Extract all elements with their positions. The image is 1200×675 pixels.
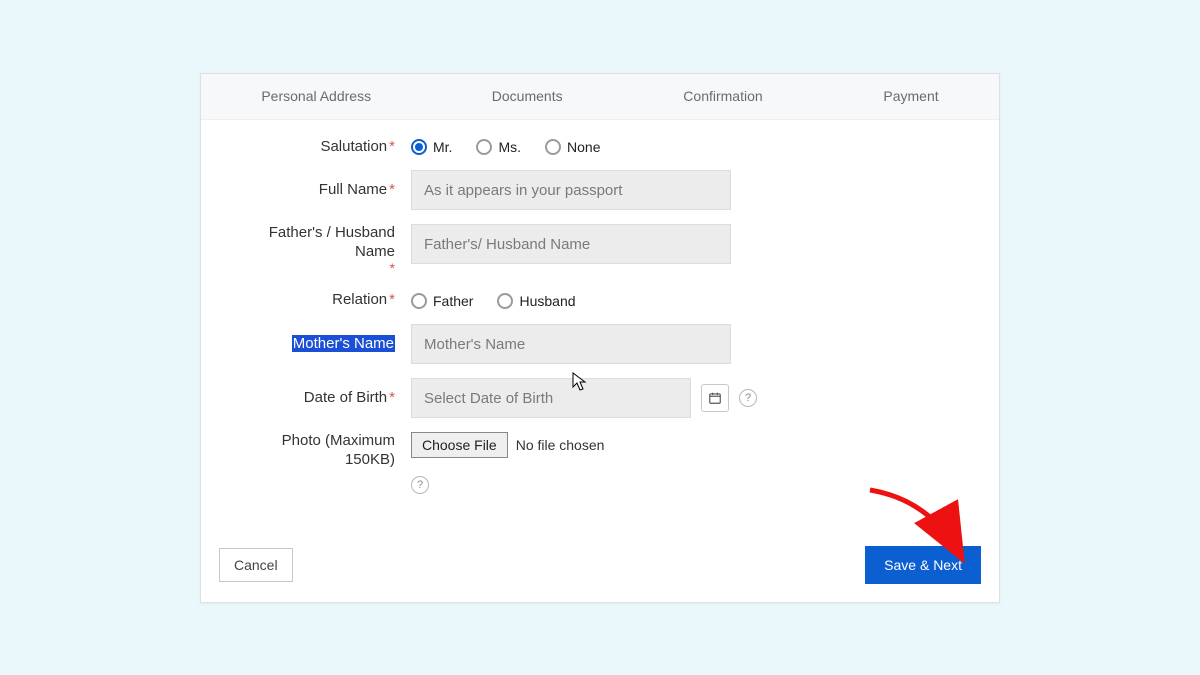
salutation-radio-mr[interactable]: Mr. bbox=[411, 139, 452, 155]
dob-label: Date of Birth* bbox=[231, 389, 411, 408]
form-body: Salutation* Mr. Ms. None Full N bbox=[201, 120, 999, 534]
help-icon[interactable]: ? bbox=[739, 389, 757, 407]
radio-icon bbox=[497, 293, 513, 309]
step-documents[interactable]: Documents bbox=[492, 88, 563, 104]
relation-radio-husband[interactable]: Husband bbox=[497, 293, 575, 309]
full-name-label: Full Name* bbox=[231, 181, 411, 200]
salutation-radio-none[interactable]: None bbox=[545, 139, 600, 155]
radio-label: Father bbox=[433, 293, 473, 309]
radio-icon bbox=[411, 139, 427, 155]
full-name-input[interactable] bbox=[411, 170, 731, 210]
radio-icon bbox=[476, 139, 492, 155]
form-footer: Cancel Save & Next bbox=[201, 534, 999, 602]
file-status-text: No file chosen bbox=[516, 437, 605, 453]
radio-icon bbox=[411, 293, 427, 309]
help-icon[interactable]: ? bbox=[411, 476, 429, 494]
stepper: Personal Address Documents Confirmation … bbox=[201, 74, 999, 120]
radio-label: Ms. bbox=[498, 139, 521, 155]
step-payment[interactable]: Payment bbox=[883, 88, 938, 104]
mother-name-input[interactable] bbox=[411, 324, 731, 364]
calendar-button[interactable] bbox=[701, 384, 729, 412]
salutation-label: Salutation* bbox=[231, 138, 411, 157]
radio-label: Mr. bbox=[433, 139, 452, 155]
father-husband-input[interactable] bbox=[411, 224, 731, 264]
radio-label: Husband bbox=[519, 293, 575, 309]
step-personal-address[interactable]: Personal Address bbox=[261, 88, 371, 104]
save-next-button[interactable]: Save & Next bbox=[865, 546, 981, 584]
salutation-radio-ms[interactable]: Ms. bbox=[476, 139, 521, 155]
relation-label: Relation* bbox=[231, 291, 411, 310]
dob-input[interactable] bbox=[411, 378, 691, 418]
relation-radio-father[interactable]: Father bbox=[411, 293, 473, 309]
mother-name-label-text: Mother's Name bbox=[292, 335, 395, 352]
calendar-icon bbox=[708, 391, 722, 405]
radio-label: None bbox=[567, 139, 600, 155]
choose-file-button[interactable]: Choose File bbox=[411, 432, 508, 458]
cancel-button[interactable]: Cancel bbox=[219, 548, 293, 582]
mother-name-label: Mother's Name bbox=[231, 335, 411, 354]
photo-label: Photo (Maximum 150KB) bbox=[231, 432, 411, 470]
father-husband-label: Father's / Husband Name * bbox=[231, 224, 411, 277]
form-panel: Personal Address Documents Confirmation … bbox=[200, 73, 1000, 603]
step-confirmation[interactable]: Confirmation bbox=[683, 88, 762, 104]
radio-icon bbox=[545, 139, 561, 155]
